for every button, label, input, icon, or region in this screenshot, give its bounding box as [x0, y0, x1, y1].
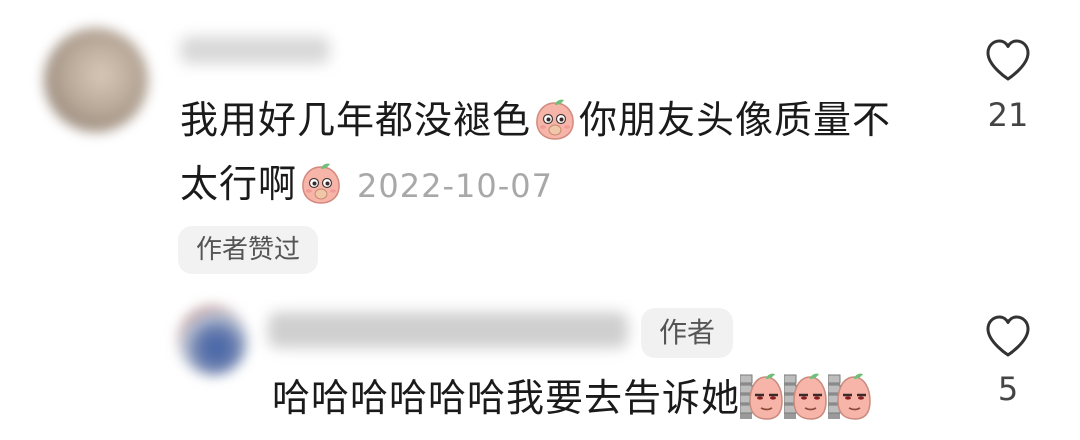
reply-text: 哈哈哈哈哈哈我要去告诉她 — [272, 370, 872, 426]
comment-text-part3: 太行啊 — [180, 162, 298, 206]
sneaky-peach-emoji — [828, 373, 871, 420]
like-count: 21 — [987, 96, 1029, 134]
commenter-username-blurred[interactable] — [180, 36, 330, 64]
comment-text-line2: 太行啊 2022-10-07 — [180, 152, 553, 218]
comment-text-part1: 我用好几年都没褪色 — [180, 98, 532, 142]
reply-like-count: 5 — [997, 370, 1019, 408]
author-tag: 作者 — [641, 308, 734, 358]
author-liked-badge: 作者赞过 — [178, 226, 319, 274]
reply-author-username-blurred[interactable] — [268, 312, 628, 348]
sneaky-peach-emoji — [740, 373, 783, 420]
heart-outline-icon[interactable] — [984, 314, 1032, 358]
peach-face-emoji — [302, 163, 340, 204]
comment-date: 2022-10-07 — [357, 167, 553, 205]
commenter-avatar[interactable] — [44, 28, 148, 132]
reply-author-avatar[interactable] — [178, 306, 248, 376]
comment-text-part2: 你朋友头像质量不 — [579, 98, 892, 142]
comment-text-line1: 我用好几年都没褪色 你朋友头像质量不 — [180, 88, 891, 152]
reply-text-content: 哈哈哈哈哈哈我要去告诉她 — [272, 376, 741, 420]
sneaky-peach-emoji — [784, 373, 827, 420]
heart-outline-icon[interactable] — [984, 38, 1032, 82]
peach-face-emoji — [536, 99, 574, 140]
